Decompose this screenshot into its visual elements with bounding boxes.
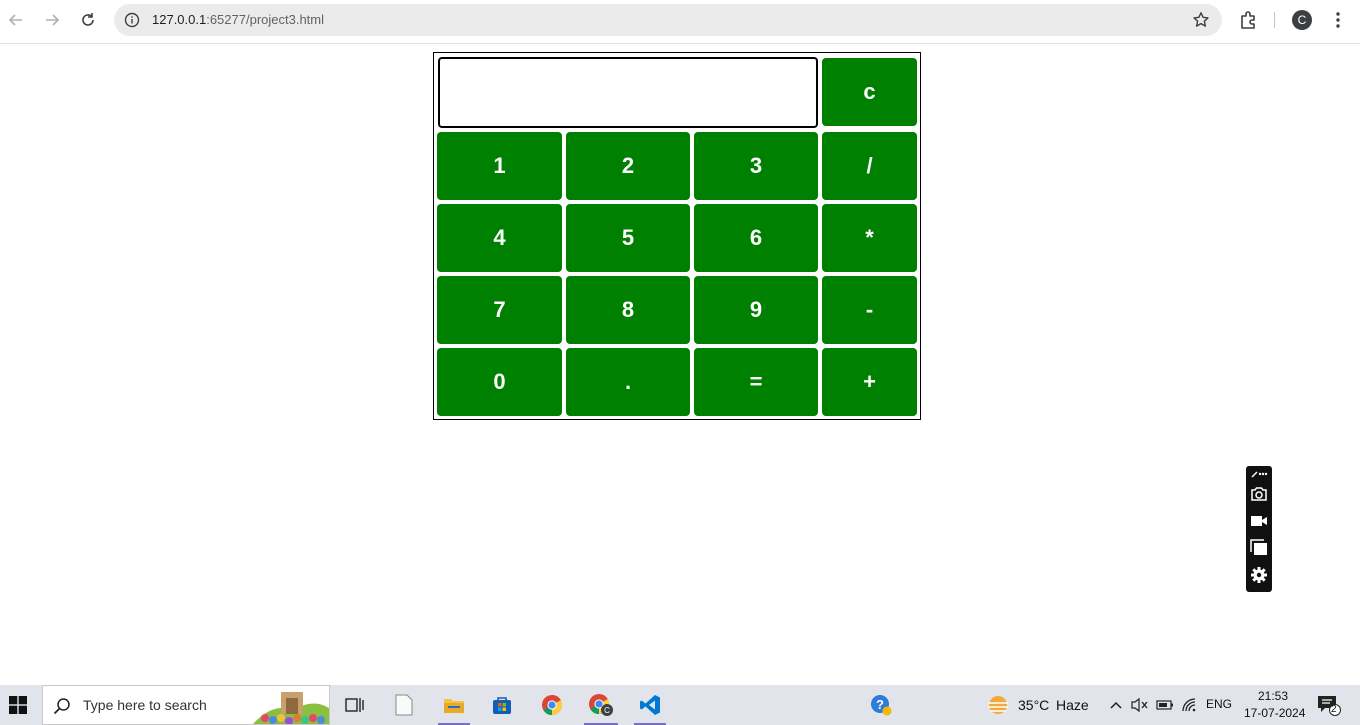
speaker-muted-icon [1131,697,1148,713]
calculator-display[interactable] [438,57,818,128]
back-button[interactable] [4,8,28,32]
chrome-profile-icon: C [589,694,613,716]
clock-date[interactable]: 17-07-2024 [1244,706,1305,720]
url-text: 127.0.0.1:65277/project3.html [152,12,324,28]
forward-arrow-icon [46,14,60,26]
key-1[interactable]: 1 [437,132,562,200]
clear-button[interactable]: c [822,58,917,126]
chevron-up-icon [1110,701,1122,709]
weather-widget[interactable] [984,685,1012,725]
svg-text:C: C [604,706,610,715]
folder-icon [444,699,464,713]
profile-avatar[interactable]: C [1292,10,1312,30]
taskbar-app-chrome-profile[interactable]: C [580,685,622,725]
language-indicator[interactable]: ENG [1206,697,1232,711]
key-divide[interactable]: / [822,132,917,200]
back-arrow-icon [8,14,22,26]
forward-button[interactable] [40,8,64,32]
site-info-icon[interactable] [124,12,140,28]
windows-logo-icon [9,696,27,714]
key-add[interactable]: + [822,348,917,416]
key-5[interactable]: 5 [566,204,690,272]
help-icon: ? [871,695,892,716]
volume-button[interactable] [1129,685,1151,725]
reload-button[interactable] [76,8,100,32]
task-view-icon [345,698,364,712]
search-icon [53,698,70,715]
key-8[interactable]: 8 [566,276,690,344]
key-3[interactable]: 3 [694,132,818,200]
kebab-menu-icon[interactable] [1328,10,1348,30]
url-host: 127.0.0.1 [152,12,207,27]
bookmark-star-icon[interactable] [1192,11,1210,29]
capture-toolbar [1246,466,1272,592]
key-decimal[interactable]: . [566,348,690,416]
taskbar-app-file-explorer[interactable] [434,685,474,725]
key-6[interactable]: 6 [694,204,818,272]
taskbar-app-notepad[interactable] [386,685,422,725]
battery-button[interactable] [1154,685,1176,725]
extensions-icon[interactable] [1238,9,1260,31]
taskbar-app-chrome[interactable] [532,685,572,725]
settings-gear-icon[interactable] [1250,566,1268,584]
weather-description: Haze [1056,697,1089,713]
reload-icon [82,13,94,26]
vscode-logo-icon [640,695,660,715]
key-9[interactable]: 9 [694,276,818,344]
blank-document-icon [395,694,413,716]
haze-sun-icon [988,696,1008,714]
camera-icon[interactable] [1250,485,1268,503]
show-hidden-icons-button[interactable] [1106,685,1126,725]
taskbar-search[interactable]: Type here to search [42,685,330,725]
battery-icon [1156,700,1173,710]
browser-toolbar: 127.0.0.1:65277/project3.html C [0,0,1360,44]
search-highlight-image [253,692,329,724]
url-path: :65277/project3.html [206,12,325,27]
more-options-icon[interactable] [1250,468,1268,480]
notification-icon [1318,696,1341,716]
calculator: c 1 2 3 / 4 5 6 * 7 8 9 - 0 . = + [433,52,921,420]
address-bar[interactable]: 127.0.0.1:65277/project3.html [114,4,1222,36]
key-4[interactable]: 4 [437,204,562,272]
taskbar-app-store[interactable] [484,685,520,725]
clock-time[interactable]: 21:53 [1258,689,1288,703]
notification-center-button[interactable]: 2 [1314,685,1344,725]
video-camera-icon[interactable] [1250,512,1268,530]
toolbar-separator [1274,12,1275,28]
windows-taskbar: Type here to search C ? 35°C Haze ENG 21… [0,685,1360,725]
window-capture-icon[interactable] [1250,539,1268,557]
store-bag-icon [493,697,511,714]
help-tray-icon[interactable]: ? [866,685,896,725]
key-7[interactable]: 7 [437,276,562,344]
taskbar-app-vscode[interactable] [630,685,670,725]
key-subtract[interactable]: - [822,276,917,344]
task-view-button[interactable] [336,685,372,725]
notification-count: 2 [1331,704,1337,715]
key-0[interactable]: 0 [437,348,562,416]
key-equals[interactable]: = [694,348,818,416]
start-button[interactable] [0,685,36,725]
chrome-logo-icon [542,694,563,716]
key-2[interactable]: 2 [566,132,690,200]
search-placeholder: Type here to search [83,697,207,713]
key-multiply[interactable]: * [822,204,917,272]
wifi-icon [1182,698,1196,712]
network-button[interactable] [1179,685,1201,725]
weather-temperature: 35°C [1018,697,1050,713]
